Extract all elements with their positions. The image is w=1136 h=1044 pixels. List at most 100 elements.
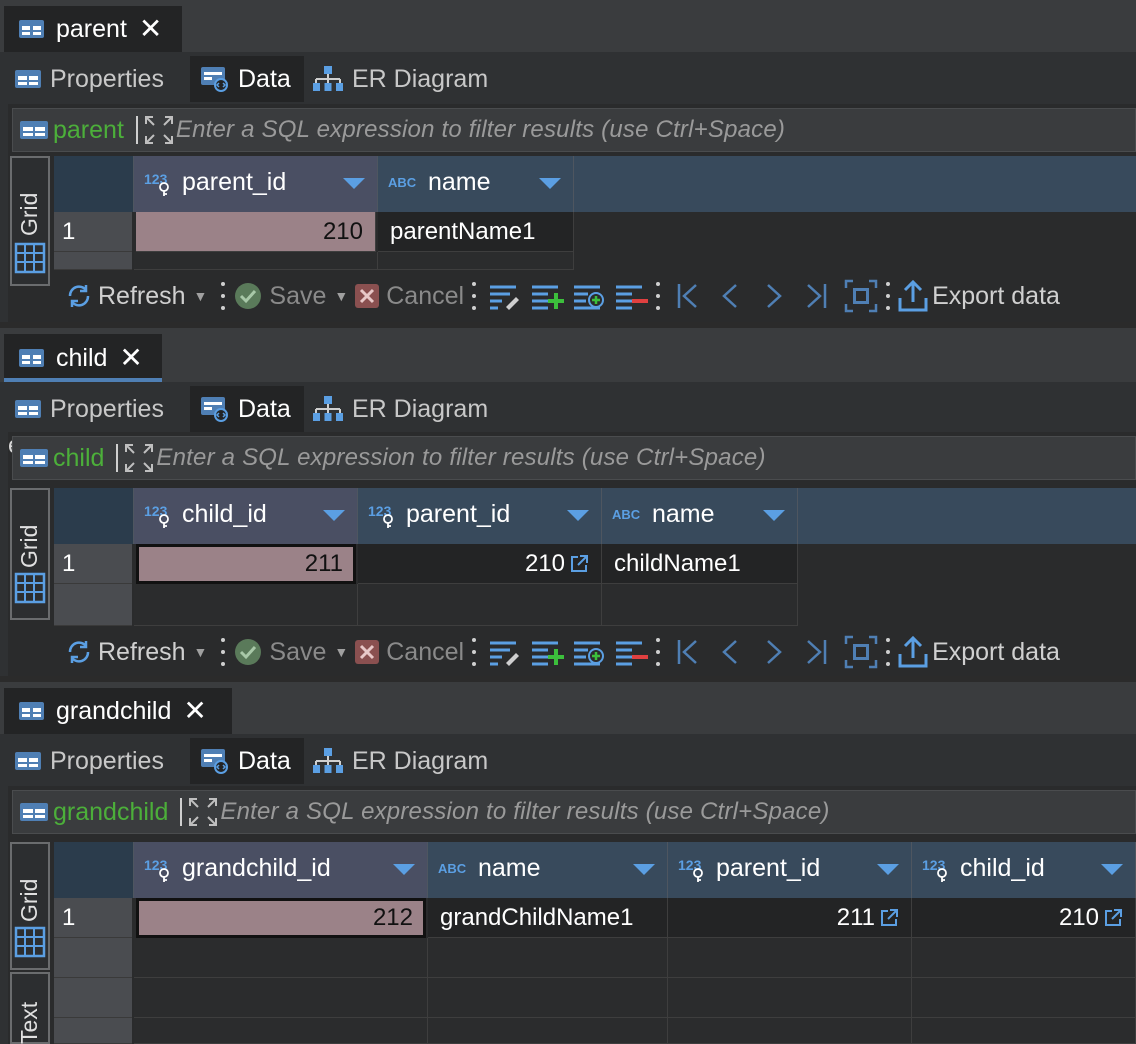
add-row-icon[interactable] — [530, 281, 565, 311]
results-area: parent Grid 123 parent_id ABC name 1 210 p… — [8, 104, 1136, 322]
tab-data[interactable]: Data — [190, 386, 304, 432]
edit-row-icon[interactable] — [488, 281, 522, 311]
external-link-icon[interactable] — [1103, 908, 1123, 928]
table-cell[interactable]: 211 — [136, 544, 356, 584]
export-data-button[interactable]: Export data — [898, 636, 1060, 668]
first-page-icon[interactable] — [674, 281, 704, 311]
cancel-button[interactable]: Cancel — [354, 282, 464, 311]
tab-er-diagram[interactable]: ER Diagram — [312, 56, 488, 102]
previous-page-icon[interactable] — [716, 281, 746, 311]
data-icon — [201, 749, 228, 774]
table-cell[interactable]: 212 — [136, 898, 426, 938]
save-dropdown-icon[interactable]: ▼ — [334, 288, 348, 304]
column-header[interactable]: ABC name — [428, 842, 668, 898]
copy-row-icon[interactable] — [572, 637, 606, 667]
expand-icon[interactable] — [124, 443, 154, 473]
expand-icon[interactable] — [188, 797, 218, 827]
sort-arrow-icon[interactable] — [393, 864, 415, 875]
next-page-icon[interactable] — [758, 637, 788, 667]
column-name: parent_id — [716, 854, 821, 882]
external-link-icon[interactable] — [879, 908, 899, 928]
sort-arrow-icon[interactable] — [763, 510, 785, 521]
sort-arrow-icon[interactable] — [1101, 864, 1123, 875]
editor-tab-parent[interactable]: parent ✕ — [4, 6, 182, 52]
refresh-button[interactable]: Refresh — [64, 282, 186, 311]
close-icon[interactable]: ✕ — [119, 344, 142, 372]
row-number[interactable]: 1 — [54, 212, 132, 252]
fetch-all-icon[interactable] — [844, 279, 878, 313]
save-dropdown-icon[interactable]: ▼ — [334, 644, 348, 660]
grid-icon[interactable] — [14, 242, 46, 274]
tab-properties[interactable]: Properties — [14, 386, 174, 432]
table-cell-fk[interactable]: 210 — [358, 544, 602, 584]
table-cell[interactable]: parentName1 — [378, 212, 574, 252]
column-header[interactable]: 123 child_id — [134, 488, 358, 544]
next-page-icon[interactable] — [758, 281, 788, 311]
text-view-tab[interactable]: Text — [10, 972, 50, 1044]
delete-row-icon[interactable] — [614, 281, 649, 311]
copy-row-icon[interactable] — [572, 281, 606, 311]
table-cell-fk[interactable]: 210 — [912, 898, 1136, 938]
save-button[interactable]: Save — [233, 281, 326, 311]
sort-arrow-icon[interactable] — [343, 178, 365, 189]
grid-icon[interactable] — [14, 572, 46, 604]
close-icon[interactable]: ✕ — [139, 15, 162, 43]
text-view-label[interactable]: Text — [16, 1002, 43, 1044]
add-row-icon[interactable] — [530, 637, 565, 667]
sort-arrow-icon[interactable] — [633, 864, 655, 875]
fetch-all-icon[interactable] — [844, 635, 878, 669]
sql-filter-input[interactable] — [220, 798, 1135, 826]
row-number[interactable]: 1 — [54, 898, 132, 938]
editor-tabbar: grandchild ✕ — [0, 682, 1136, 734]
grid-view-label[interactable]: Grid — [16, 525, 43, 568]
table-cell[interactable]: 210 — [136, 212, 376, 252]
column-header[interactable]: ABC name — [378, 156, 574, 212]
column-header[interactable]: 123 child_id — [912, 842, 1136, 898]
tab-data[interactable]: Data — [190, 56, 304, 102]
tab-data[interactable]: Data — [190, 738, 304, 784]
previous-page-icon[interactable] — [716, 637, 746, 667]
sql-filter-input[interactable] — [175, 116, 1135, 144]
editor-tabbar: child ✕ — [0, 328, 1136, 382]
save-button[interactable]: Save — [233, 637, 326, 667]
table-cell[interactable]: grandChildName1 — [428, 898, 668, 938]
editor-tab-grandchild[interactable]: grandchild ✕ — [4, 688, 232, 734]
close-icon[interactable]: ✕ — [183, 697, 206, 725]
column-header[interactable]: 123 parent_id — [134, 156, 378, 212]
edit-row-icon[interactable] — [488, 637, 522, 667]
delete-row-icon[interactable] — [614, 637, 649, 667]
cancel-button[interactable]: Cancel — [354, 638, 464, 667]
grid-view-label[interactable]: Grid — [16, 193, 43, 236]
first-page-icon[interactable] — [674, 637, 704, 667]
refresh-button[interactable]: Refresh — [64, 638, 186, 667]
column-header[interactable]: ABC name — [602, 488, 798, 544]
export-data-button[interactable]: Export data — [898, 280, 1060, 312]
column-header[interactable]: 123 parent_id — [358, 488, 602, 544]
data-icon — [201, 67, 228, 92]
sort-arrow-icon[interactable] — [539, 178, 561, 189]
table-cell-fk[interactable]: 211 — [668, 898, 912, 938]
last-page-icon[interactable] — [800, 281, 830, 311]
editor-tab-child[interactable]: child ✕ — [4, 334, 162, 382]
table-cell[interactable]: childName1 — [602, 544, 798, 584]
sql-filter-input[interactable] — [156, 444, 1135, 472]
last-page-icon[interactable] — [800, 637, 830, 667]
tab-properties[interactable]: Properties — [14, 738, 174, 784]
expand-icon[interactable] — [144, 115, 174, 145]
tab-er-diagram[interactable]: ER Diagram — [312, 738, 488, 784]
tab-er-diagram[interactable]: ER Diagram — [312, 386, 488, 432]
row-number[interactable]: 1 — [54, 544, 132, 584]
toolbar-separator — [656, 282, 661, 310]
tab-properties[interactable]: Properties — [14, 56, 174, 102]
grid-icon[interactable] — [14, 926, 46, 958]
refresh-dropdown-icon[interactable]: ▼ — [194, 644, 208, 660]
external-link-icon[interactable] — [569, 554, 589, 574]
column-header[interactable]: 123 parent_id — [668, 842, 912, 898]
cancel-icon — [355, 284, 380, 308]
sort-arrow-icon[interactable] — [323, 510, 345, 521]
column-header[interactable]: 123 grandchild_id — [134, 842, 428, 898]
refresh-dropdown-icon[interactable]: ▼ — [194, 288, 208, 304]
sort-arrow-icon[interactable] — [877, 864, 899, 875]
grid-view-label[interactable]: Grid — [16, 879, 43, 922]
sort-arrow-icon[interactable] — [567, 510, 589, 521]
